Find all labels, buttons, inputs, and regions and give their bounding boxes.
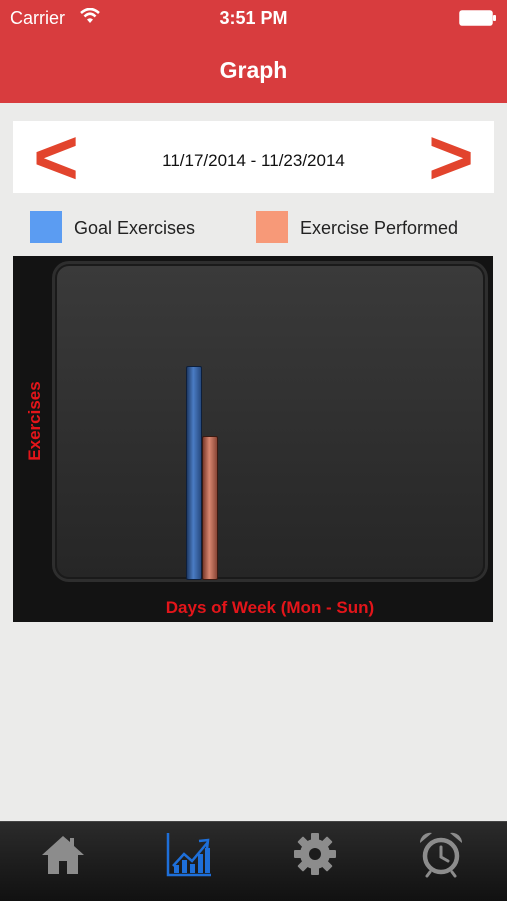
battery-icon bbox=[459, 10, 496, 26]
status-time: 3:51 PM bbox=[219, 8, 288, 28]
y-axis-label: Exercises bbox=[21, 376, 49, 466]
tab-alarm[interactable] bbox=[378, 822, 504, 901]
tab-graph[interactable] bbox=[126, 822, 252, 901]
bar-exercise-performed bbox=[202, 435, 218, 580]
legend-goal-swatch bbox=[30, 211, 62, 243]
page-title: Graph bbox=[219, 57, 288, 83]
legend-performed-swatch bbox=[256, 211, 288, 243]
tab-settings[interactable] bbox=[252, 822, 378, 901]
bar-goal-exercises bbox=[186, 366, 202, 580]
gear-icon bbox=[294, 833, 336, 875]
top-bar: Carrier 3:51 PM Graph bbox=[0, 0, 507, 103]
next-week-button[interactable]: > bbox=[416, 118, 486, 196]
chart-icon bbox=[166, 833, 211, 877]
alarm-clock-icon bbox=[419, 832, 463, 878]
date-selector: < 11/17/2014 - 11/23/2014 > bbox=[13, 118, 494, 196]
tab-home[interactable] bbox=[0, 822, 126, 901]
home-icon bbox=[42, 836, 84, 874]
x-axis-label: Days of Week (Mon - Sun) bbox=[165, 598, 375, 617]
tab-bar bbox=[0, 821, 507, 901]
chart-plot-area bbox=[55, 264, 485, 579]
y-axis-label-text: Exercises bbox=[25, 381, 44, 461]
legend-performed-label: Exercise Performed bbox=[300, 218, 459, 238]
legend-goal-label: Goal Exercises bbox=[74, 218, 196, 238]
exercise-chart: Exercises Days of Week (Mon - Sun) bbox=[13, 256, 493, 622]
